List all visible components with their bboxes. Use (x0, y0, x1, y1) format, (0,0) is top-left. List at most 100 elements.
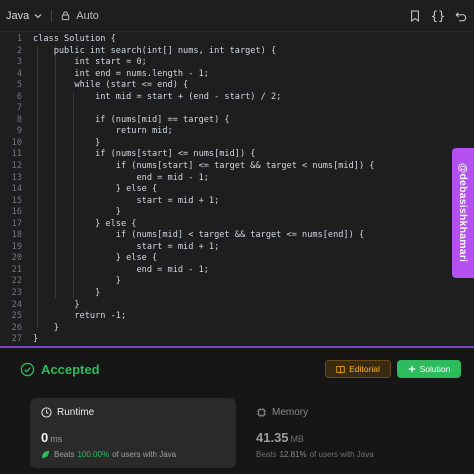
bookmark-icon[interactable] (408, 9, 422, 23)
language-selector[interactable]: Java (6, 10, 43, 22)
code-line: 2 public int search(int[] nums, int targ… (0, 46, 448, 58)
line-number: 7 (16, 103, 22, 114)
code-text: int end = nums.length - 1; (33, 68, 209, 79)
editor-toolbar: Java Auto {} (0, 0, 474, 32)
code-text: } (33, 276, 121, 287)
editorial-label: Editorial (349, 364, 380, 374)
code-text: } else { (33, 218, 137, 229)
editorial-button[interactable]: Editorial (325, 360, 391, 378)
code-line: 10 } (0, 138, 448, 150)
language-label: Java (6, 9, 30, 22)
runtime-beats-prefix: Beats (54, 450, 75, 459)
code-text: } (33, 207, 121, 218)
code-line: 7 (0, 103, 448, 115)
code-line: 21 end = mid - 1; (0, 265, 448, 277)
code-line: 26 } (0, 323, 448, 335)
code-text: if (nums[mid] == target) { (33, 114, 230, 125)
runtime-beats-suffix: of users with Java (112, 450, 177, 459)
code-line: 20 } else { (0, 253, 448, 265)
line-number: 17 (11, 218, 22, 229)
chip-icon (256, 407, 267, 418)
code-text: if (nums[start] <= nums[mid]) { (33, 149, 256, 160)
code-text: end = mid - 1; (33, 172, 209, 183)
solution-button[interactable]: Solution (397, 360, 461, 378)
code-line: 23 } (0, 288, 448, 300)
autocomplete-toggle[interactable]: Auto (60, 10, 99, 22)
code-area[interactable]: 1 class Solution { 2 public int search(int… (0, 34, 448, 346)
runtime-title: Runtime (57, 407, 95, 418)
code-line: 13 end = mid - 1; (0, 173, 448, 185)
line-number: 4 (16, 68, 22, 79)
line-number: 1 (16, 34, 22, 44)
line-number: 19 (11, 241, 22, 252)
watermark-tag: @debasishkhamari (452, 148, 474, 278)
line-number: 27 (11, 334, 22, 345)
code-line: 9 return mid; (0, 126, 448, 138)
code-line: 27} (0, 334, 448, 346)
code-text: class Solution { (33, 34, 116, 44)
check-circle-icon (20, 362, 35, 377)
clock-icon (41, 407, 52, 418)
code-line: 12 if (nums[start] <= target && target <… (0, 161, 448, 173)
code-text: end = mid - 1; (33, 264, 209, 275)
runtime-card[interactable]: Runtime 0 ms Beats 100.00% of users with … (30, 398, 236, 468)
book-icon (336, 365, 345, 373)
leaf-icon (41, 450, 50, 459)
line-number: 23 (11, 288, 22, 299)
memory-title: Memory (272, 407, 309, 418)
line-number: 16 (11, 207, 22, 218)
line-number: 6 (16, 91, 22, 102)
line-number: 15 (11, 195, 22, 206)
line-number: 18 (11, 230, 22, 241)
code-line: 16 } (0, 207, 448, 219)
line-number: 24 (11, 299, 22, 310)
line-number: 2 (16, 45, 22, 56)
line-number: 8 (16, 114, 22, 125)
line-number: 22 (11, 276, 22, 287)
line-number: 21 (11, 264, 22, 275)
code-text: } (33, 288, 101, 299)
code-line: 6 int mid = start + (end - start) / 2; (0, 92, 448, 104)
code-text: } (33, 137, 101, 148)
undo-icon[interactable] (454, 9, 468, 23)
watermark-text: @debasishkhamari (457, 163, 469, 263)
runtime-beats-percent: 100.00% (77, 450, 110, 459)
result-status: Accepted (41, 362, 100, 377)
code-text: return -1; (33, 311, 127, 322)
code-text: while (start <= end) { (33, 80, 189, 91)
code-text: start = mid + 1; (33, 241, 220, 252)
code-text: } else { (33, 253, 158, 264)
memory-card[interactable]: Memory 41.35 MB Beats 12.81% of users wit… (245, 398, 445, 468)
code-text: } else { (33, 184, 158, 195)
code-text: } (33, 322, 59, 333)
code-line: 5 while (start <= end) { (0, 80, 448, 92)
format-code-icon[interactable]: {} (431, 9, 445, 23)
line-number: 13 (11, 172, 22, 183)
line-number: 26 (11, 322, 22, 333)
autocomplete-label: Auto (76, 9, 99, 22)
lock-icon (62, 11, 70, 21)
plus-icon (408, 365, 415, 373)
code-text: start = mid + 1; (33, 195, 220, 206)
code-line: 1 class Solution { (0, 34, 448, 46)
memory-value: 41.35 (256, 430, 289, 445)
code-text: return mid; (33, 126, 173, 137)
code-line: 4 int end = nums.length - 1; (0, 69, 448, 81)
line-number: 14 (11, 184, 22, 195)
code-line: 15 start = mid + 1; (0, 196, 448, 208)
code-line: 25 return -1; (0, 311, 448, 323)
chevron-down-icon (34, 13, 42, 18)
code-line: 8 if (nums[mid] == target) { (0, 115, 448, 127)
line-number: 10 (11, 137, 22, 148)
code-text: int start = 0; (33, 57, 147, 68)
line-number: 9 (16, 126, 22, 137)
code-text: } (33, 299, 80, 310)
code-editor[interactable]: Java Auto {} 1 class Solution { 2 public i… (0, 0, 474, 346)
code-line: 24 } (0, 300, 448, 312)
code-line: 22 } (0, 276, 448, 288)
solution-label: Solution (419, 364, 451, 374)
code-line: 18 if (nums[mid] < target && target <= n… (0, 230, 448, 242)
code-text: if (nums[mid] < target && target <= nums… (33, 230, 365, 241)
line-number: 20 (11, 253, 22, 264)
runtime-value: 0 (41, 430, 49, 445)
